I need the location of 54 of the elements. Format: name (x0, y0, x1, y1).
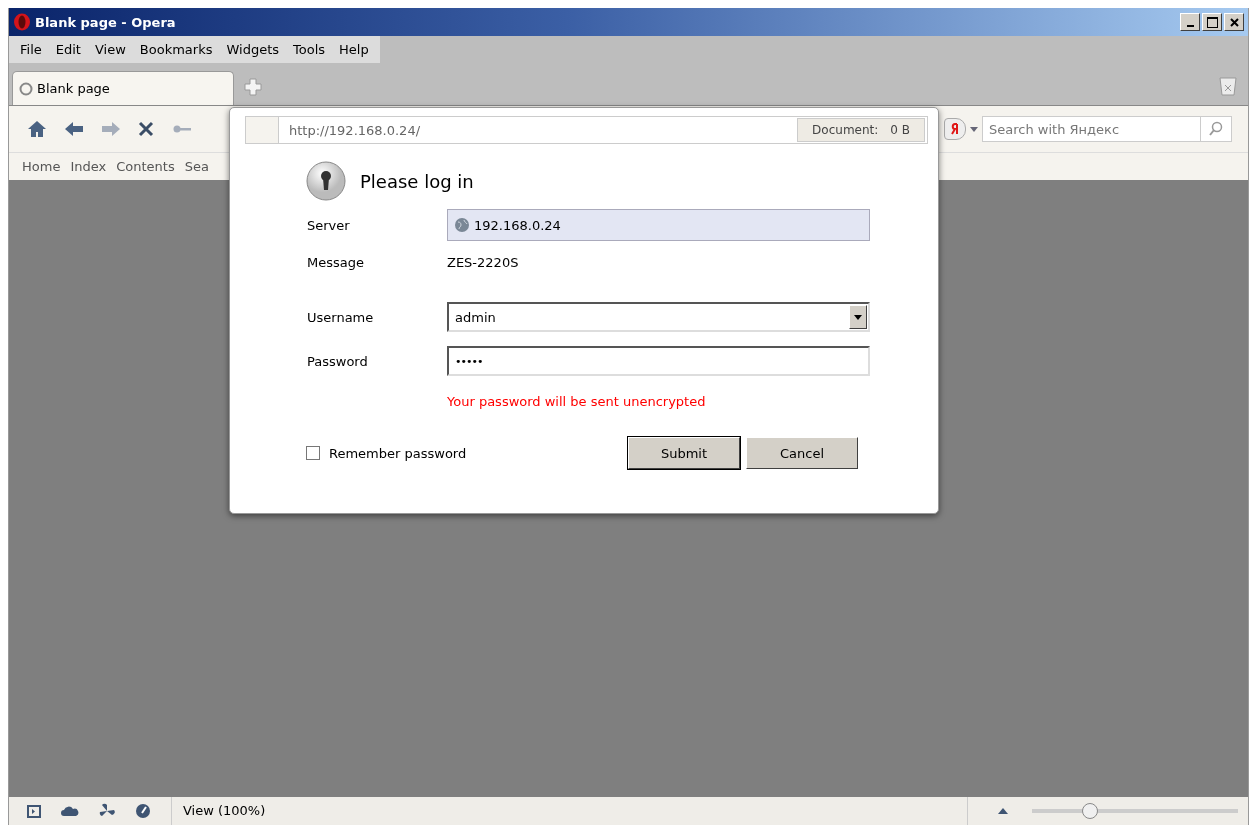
field-label: Username (307, 309, 375, 325)
window-title: Blank page - Opera (35, 14, 176, 30)
close-button[interactable] (1224, 13, 1244, 31)
bookmark-link[interactable]: Contents (111, 159, 180, 174)
yandex-logo-icon (944, 118, 966, 140)
search-field[interactable]: Search with Яндекс (982, 116, 1200, 142)
fan-icon[interactable] (99, 803, 115, 819)
bookmark-link[interactable]: Home (17, 159, 66, 174)
server-field: 192.168.0.24 (447, 209, 870, 241)
dropdown-button[interactable] (849, 305, 867, 329)
keyhole-icon (306, 161, 346, 201)
field-label: Server (307, 217, 351, 233)
loading-icon (19, 81, 33, 96)
caret-icon (970, 126, 978, 132)
dialog-button[interactable]: Cancel (746, 437, 858, 469)
maximize-button[interactable] (1202, 13, 1222, 31)
message-text: ZES-2220S (447, 255, 520, 270)
menu-item[interactable]: Tools (286, 42, 333, 57)
menu-item[interactable]: Edit (48, 42, 88, 57)
checkbox[interactable] (306, 446, 320, 460)
panel-icon[interactable] (27, 804, 41, 818)
menu-item[interactable]: File (13, 42, 49, 57)
speedometer-icon[interactable] (135, 803, 151, 819)
document-label: Document: (812, 123, 879, 137)
search-engine-button[interactable] (944, 118, 978, 140)
cloud-icon[interactable] (61, 805, 79, 817)
tab[interactable]: Blank page (12, 71, 234, 105)
document-size: 0 B (890, 123, 910, 137)
menu-item[interactable]: Help (332, 42, 376, 57)
dialog-title: Please log in (360, 170, 474, 192)
dialog-button[interactable]: Submit (628, 437, 740, 469)
bookmark-link[interactable]: Sea (179, 159, 214, 174)
caret-icon (854, 314, 862, 320)
minimize-button[interactable] (1180, 13, 1200, 31)
menu-item[interactable]: Widgets (219, 42, 286, 57)
stop-icon[interactable] (138, 121, 154, 137)
menu-item[interactable]: View (87, 42, 133, 57)
username-field[interactable]: admin (447, 302, 870, 332)
up-triangle-icon[interactable] (967, 797, 1008, 825)
menu-item[interactable]: Bookmarks (132, 42, 220, 57)
field-label: Password (307, 353, 369, 369)
search-icon[interactable] (1200, 116, 1232, 142)
warning-text: Your password will be sent unencrypted (447, 394, 707, 409)
back-arrow-icon[interactable] (64, 121, 84, 137)
field-label: Message (307, 255, 365, 270)
close-icon (1229, 17, 1239, 27)
password-field[interactable]: ••••• (447, 346, 870, 376)
bookmark-link[interactable]: Index (65, 159, 112, 174)
address-field[interactable]: http://192.168.0.24/ Document: 0 B (245, 116, 928, 144)
opera-logo-icon (13, 13, 31, 31)
checkbox-label: Remember password (329, 445, 467, 461)
home-icon[interactable] (27, 120, 47, 138)
zoom-status: View (100%) (171, 797, 266, 825)
globe-icon (454, 217, 470, 233)
